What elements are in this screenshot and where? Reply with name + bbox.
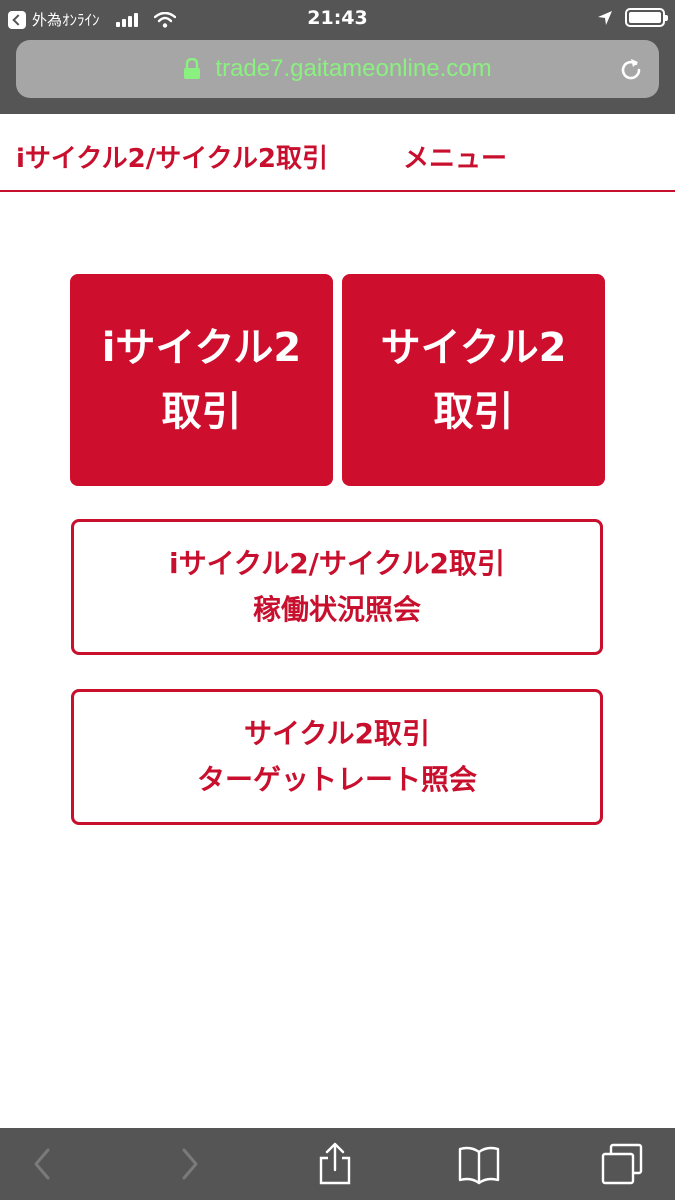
button-label-line2: ターゲットレート照会	[196, 763, 477, 796]
bookmarks-icon[interactable]	[457, 1142, 501, 1186]
tile-label-line1: サイクル2	[380, 325, 567, 371]
page-header: iサイクル2/サイクル2取引 メニュー	[0, 114, 675, 192]
status-bar: 外為ｵﾝﾗｲﾝ 21:43	[0, 0, 675, 36]
button-label-line1: iサイクル2/サイクル2取引	[169, 547, 505, 580]
button-label-line2: 稼働状況照会	[252, 593, 421, 626]
tabs-icon[interactable]	[600, 1142, 644, 1186]
share-icon[interactable]	[313, 1142, 357, 1186]
url-text: trade7.gaitameonline.com	[215, 55, 492, 82]
button-label-line1: サイクル2取引	[243, 717, 431, 750]
target-rate-button[interactable]: サイクル2取引 ターゲットレート照会	[71, 689, 603, 825]
lock-icon	[184, 58, 201, 79]
browser-chrome: trade7.gaitameonline.com	[0, 36, 675, 114]
operation-status-button[interactable]: iサイクル2/サイクル2取引 稼働状況照会	[71, 519, 603, 655]
status-time: 21:43	[307, 7, 368, 29]
browser-toolbar	[0, 1128, 675, 1200]
icycle2-trade-button[interactable]: iサイクル2 取引	[70, 274, 333, 486]
chevron-right-icon[interactable]	[168, 1142, 212, 1186]
battery-icon	[625, 8, 668, 27]
status-right	[597, 8, 668, 27]
tile-label-line2: 取引	[433, 389, 514, 435]
menu-link[interactable]: メニュー	[403, 138, 507, 175]
tile-label-line2: 取引	[161, 389, 242, 435]
page-title[interactable]: iサイクル2/サイクル2取引	[16, 138, 328, 175]
reload-icon[interactable]	[617, 56, 645, 84]
location-arrow-icon	[598, 10, 612, 25]
chevron-left-icon[interactable]	[20, 1142, 64, 1186]
cycle2-trade-button[interactable]: サイクル2 取引	[342, 274, 605, 486]
url-bar[interactable]: trade7.gaitameonline.com	[16, 40, 659, 98]
tile-label-line1: iサイクル2	[101, 325, 302, 371]
